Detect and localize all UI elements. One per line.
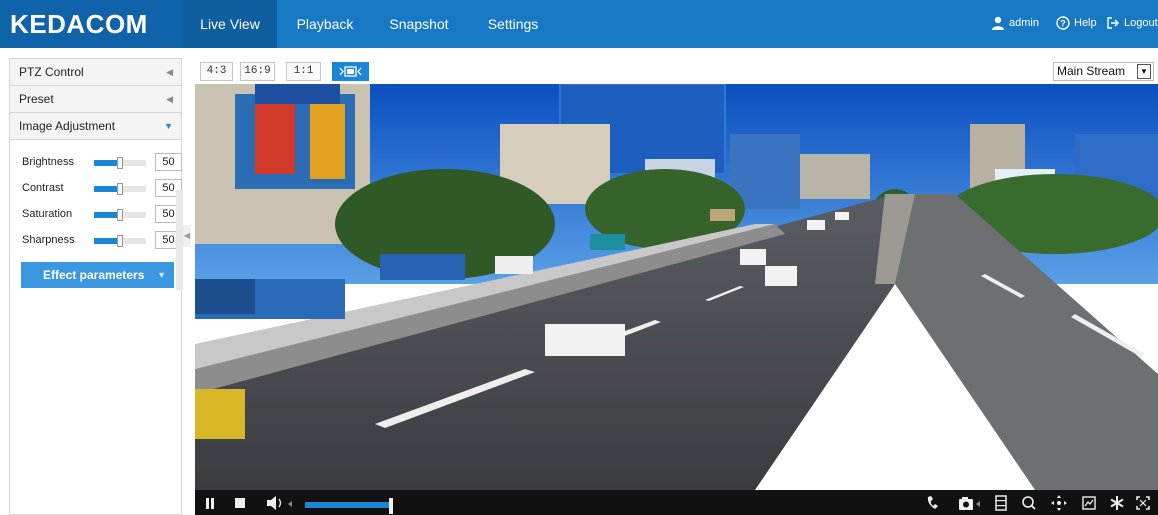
brightness-row: Brightness 50 (22, 153, 182, 173)
sharpness-label: Sharpness (22, 234, 75, 246)
snapshot-icon[interactable] (957, 494, 983, 512)
username: admin (1009, 17, 1039, 29)
brightness-label: Brightness (22, 156, 74, 168)
live-video[interactable] (195, 84, 1158, 490)
contrast-label: Contrast (22, 182, 64, 194)
saturation-label: Saturation (22, 208, 73, 220)
video-toolbar: 4:3 16:9 1:1 Main Stream ▼ (195, 58, 1158, 84)
fit-window-button[interactable] (332, 62, 369, 81)
contrast-row: Contrast 50 (22, 179, 182, 199)
caret-down-icon: ▼ (157, 270, 166, 280)
sharpness-slider[interactable] (94, 235, 146, 247)
top-header: KEDACOM Live View Playback Snapshot Sett… (0, 0, 1158, 48)
chevron-left-icon: ◀ (166, 94, 173, 104)
help-icon: ? (1056, 16, 1070, 30)
volume-icon[interactable] (265, 494, 295, 512)
player-control-bar (195, 490, 1158, 515)
section-preset[interactable]: Preset ◀ (10, 86, 181, 113)
section-label: Image Adjustment (19, 119, 116, 133)
section-label: Preset (19, 92, 54, 106)
ratio-16-9-button[interactable]: 16:9 (240, 62, 275, 81)
ptz-icon[interactable] (1050, 494, 1068, 512)
control-sidebar: PTZ Control ◀ Preset ◀ Image Adjustment … (9, 58, 182, 515)
sharpness-row: Sharpness 50 (22, 231, 182, 251)
stop-icon[interactable] (233, 494, 247, 512)
collapse-sidebar-handle[interactable]: ◀ (183, 225, 191, 247)
effect-parameters-button[interactable]: Effect parameters ▼ (21, 262, 174, 288)
brightness-value[interactable]: 50 (155, 153, 182, 171)
nav-playback[interactable]: Playback (281, 0, 369, 48)
ratio-1-1-button[interactable]: 1:1 (286, 62, 321, 81)
sidebar-scrollbar[interactable] (176, 190, 183, 290)
chevron-down-icon: ▼ (1137, 64, 1151, 79)
chevron-left-icon: ◀ (166, 67, 173, 77)
saturation-row: Saturation 50 (22, 205, 182, 225)
stream-select[interactable]: Main Stream ▼ (1053, 62, 1154, 81)
fit-window-icon (339, 66, 362, 77)
chevron-down-icon: ▼ (164, 121, 173, 131)
slider-thumb[interactable] (117, 209, 123, 221)
section-label: PTZ Control (19, 65, 84, 79)
user-menu[interactable]: admin (991, 16, 1039, 30)
nav-live-view[interactable]: Live View (183, 0, 277, 48)
slider-thumb[interactable] (117, 157, 123, 169)
volume-slider[interactable] (305, 502, 393, 508)
record-icon[interactable] (993, 494, 1009, 512)
settings-icon[interactable] (1109, 494, 1125, 512)
nav-snapshot[interactable]: Snapshot (373, 0, 465, 48)
effect-parameters-label: Effect parameters (43, 268, 145, 282)
fullscreen-icon[interactable] (1135, 494, 1151, 512)
brightness-slider[interactable] (94, 157, 146, 169)
logout-link[interactable]: Logout (1106, 16, 1158, 30)
ratio-4-3-button[interactable]: 4:3 (200, 62, 233, 81)
video-frame (195, 84, 1158, 490)
help-link[interactable]: ? Help (1056, 16, 1097, 30)
stats-icon[interactable] (1081, 494, 1097, 512)
saturation-slider[interactable] (94, 209, 146, 221)
logout-icon (1107, 17, 1119, 29)
section-ptz-control[interactable]: PTZ Control ◀ (10, 59, 181, 86)
nav-settings[interactable]: Settings (470, 0, 556, 48)
kedacom-logo: KEDACOM (10, 9, 148, 39)
zoom-icon[interactable] (1021, 494, 1037, 512)
slider-thumb[interactable] (117, 183, 123, 195)
intercom-icon[interactable] (925, 494, 941, 512)
user-icon (992, 16, 1004, 30)
pause-icon[interactable] (203, 494, 217, 512)
contrast-slider[interactable] (94, 183, 146, 195)
section-image-adjustment[interactable]: Image Adjustment ▼ (10, 113, 181, 140)
slider-thumb[interactable] (117, 235, 123, 247)
stream-select-value: Main Stream (1057, 64, 1126, 78)
volume-slider-handle[interactable] (389, 498, 393, 514)
svg-text:?: ? (1060, 19, 1066, 29)
help-label: Help (1074, 17, 1097, 29)
logout-label: Logout (1124, 17, 1158, 29)
